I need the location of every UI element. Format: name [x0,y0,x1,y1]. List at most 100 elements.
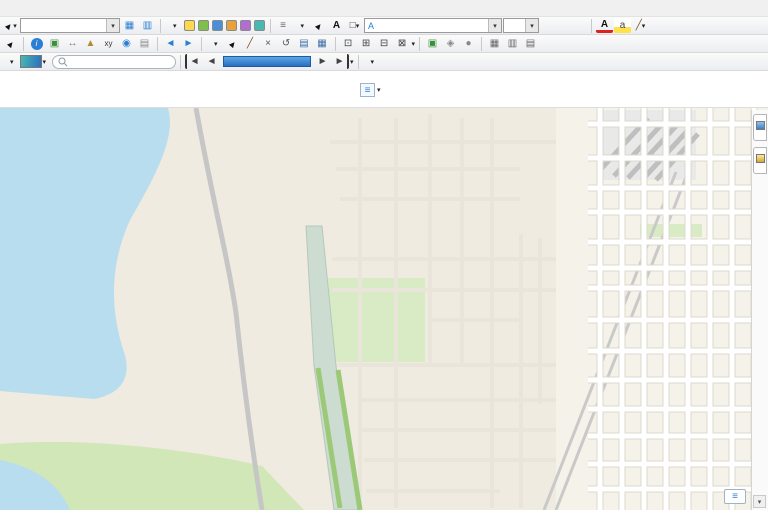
find-icon[interactable]: ◉ [118,36,135,51]
previous-record-button[interactable]: ◄ [203,54,220,69]
chevron-down-icon: ▾ [173,22,177,30]
tab-catalog[interactable] [753,147,767,174]
label-lock-icon[interactable] [240,20,251,31]
separator [591,19,592,33]
last-record-button[interactable]: ► [332,54,349,69]
page-text-menu-button[interactable]: ▾ [363,54,380,70]
bookmark-icon[interactable]: ▣ [46,36,63,51]
overflow-icon[interactable]: ▤ [522,36,539,51]
underline-button[interactable] [572,18,587,33]
create-features-icon [756,121,765,130]
pan-select-tool[interactable]: ► [2,36,19,51]
snap-point-icon[interactable]: ⊡ [340,36,357,51]
small-green-area [640,224,702,237]
cursor-icon: ► [312,19,325,32]
label-view-icon[interactable] [226,20,237,31]
cursor-icon: ► [4,37,17,50]
hyperlink-icon[interactable]: ▲ [82,36,99,51]
menu-windows[interactable] [44,7,58,9]
first-record-button[interactable]: ◄ [185,54,202,69]
separator [160,19,161,33]
sketch-properties-icon[interactable]: ▦ [314,36,331,51]
map-scale-combo[interactable]: ▾ [20,18,120,33]
map-overflow-button[interactable]: ≡ [724,489,746,504]
midpoint-tool-icon[interactable]: ● [460,36,477,51]
label-pause-icon[interactable] [254,20,265,31]
tab-create-features[interactable] [753,114,767,141]
font-icon: A [368,21,374,31]
search-icon [58,57,68,67]
color-swatch[interactable] [20,55,42,68]
rectangle-tool-icon[interactable]: □▾ [346,18,363,33]
chevron-down-icon[interactable]: ▾ [412,40,416,48]
snap-end-icon[interactable]: ⊞ [358,36,375,51]
go-to-xy-icon[interactable]: xy [100,36,117,51]
snap-vertex-icon[interactable]: ⊟ [376,36,393,51]
layer-list-icon[interactable]: ≡ [360,83,375,97]
separator [23,37,24,51]
font-size-combo[interactable]: ▾ [503,18,539,33]
drawing-menu-button[interactable]: ▾ [293,18,310,34]
menu-geoprocessing[interactable] [16,7,30,9]
chart-icon[interactable]: ▥ [139,18,156,33]
create-features-icon[interactable]: ▣ [424,36,441,51]
table-of-contents-icon[interactable]: ▦ [121,18,138,33]
edit-tool-icon[interactable]: ► [224,36,241,51]
italic-button[interactable] [556,18,571,33]
chevron-down-icon[interactable]: ▾ [350,58,354,66]
scroll-down-arrow[interactable]: ▾ [753,495,766,508]
separator [201,37,202,51]
font-combo[interactable]: A▾ [364,18,502,33]
fill-color-icon[interactable]: a [614,18,631,33]
menu-help[interactable] [58,7,72,9]
chevron-down-icon[interactable]: ▾ [106,19,119,32]
back-extent-icon[interactable]: ◄ [162,36,179,51]
floating-toolbar: ≡ ▾ [360,83,381,97]
separator [419,37,420,51]
chevron-down-icon[interactable]: ▾ [43,58,47,66]
map-viewport[interactable] [0,108,768,510]
bold-button[interactable] [540,18,555,33]
label-priority-icon[interactable] [198,20,209,31]
info-icon[interactable]: i [28,36,45,51]
separator [180,55,181,69]
chevron-down-icon: ▾ [356,22,360,30]
map-canvas[interactable] [0,108,768,510]
forward-extent-icon[interactable]: ► [180,36,197,51]
editor-menu-button[interactable]: ▾ [206,36,223,52]
search-box[interactable] [52,55,176,69]
chevron-down-icon[interactable]: ▾ [525,19,538,32]
menu-bar [0,0,768,17]
toolbar-standard: ►▾ ▾ ▦ ▥ ▾ ≡ ▾ ► A □▾ A▾ ▾ A a ╱▾ [0,17,768,35]
chevron-down-icon[interactable]: ▾ [488,19,501,32]
trace-tool-icon[interactable]: ◈ [442,36,459,51]
measure-icon[interactable]: ↔ [64,36,81,51]
attributes-icon[interactable]: ▤ [296,36,313,51]
menu-customize[interactable] [30,7,44,9]
next-record-button[interactable]: ► [314,54,331,69]
layout-icon[interactable]: ▥ [504,36,521,51]
sketch-pencil-icon[interactable]: ╱ [242,36,259,51]
label-style-icon[interactable] [184,20,195,31]
label-weight-icon[interactable] [212,20,223,31]
rotate-tool-icon[interactable]: ↺ [278,36,295,51]
html-popup-icon[interactable]: ▤ [136,36,153,51]
select-graphics-tool[interactable]: ►▾ [2,18,19,33]
time-slider-bar[interactable] [223,56,311,67]
font-color-icon[interactable]: A [596,19,613,33]
search-input[interactable] [71,57,170,67]
select-elements-icon[interactable]: ► [310,18,327,33]
chevron-down-icon: ▾ [10,58,14,66]
snap-edge-icon[interactable]: ⊠ [394,36,411,51]
dock-tab-strip [751,110,768,510]
chevron-down-icon[interactable]: ▾ [377,86,381,94]
labeling-menu-button[interactable]: ▾ [165,18,182,34]
catalog-icon [756,154,765,163]
text-tool-icon[interactable]: A [328,18,345,33]
line-color-pen-icon[interactable]: ╱▾ [632,18,649,33]
maps-menu-button[interactable]: ▾ [2,54,19,70]
label-manager-icon[interactable]: ≡ [275,18,292,33]
menu-selection[interactable] [2,7,16,9]
split-tool-icon[interactable]: × [260,36,277,51]
grid-icon[interactable]: ▦ [486,36,503,51]
